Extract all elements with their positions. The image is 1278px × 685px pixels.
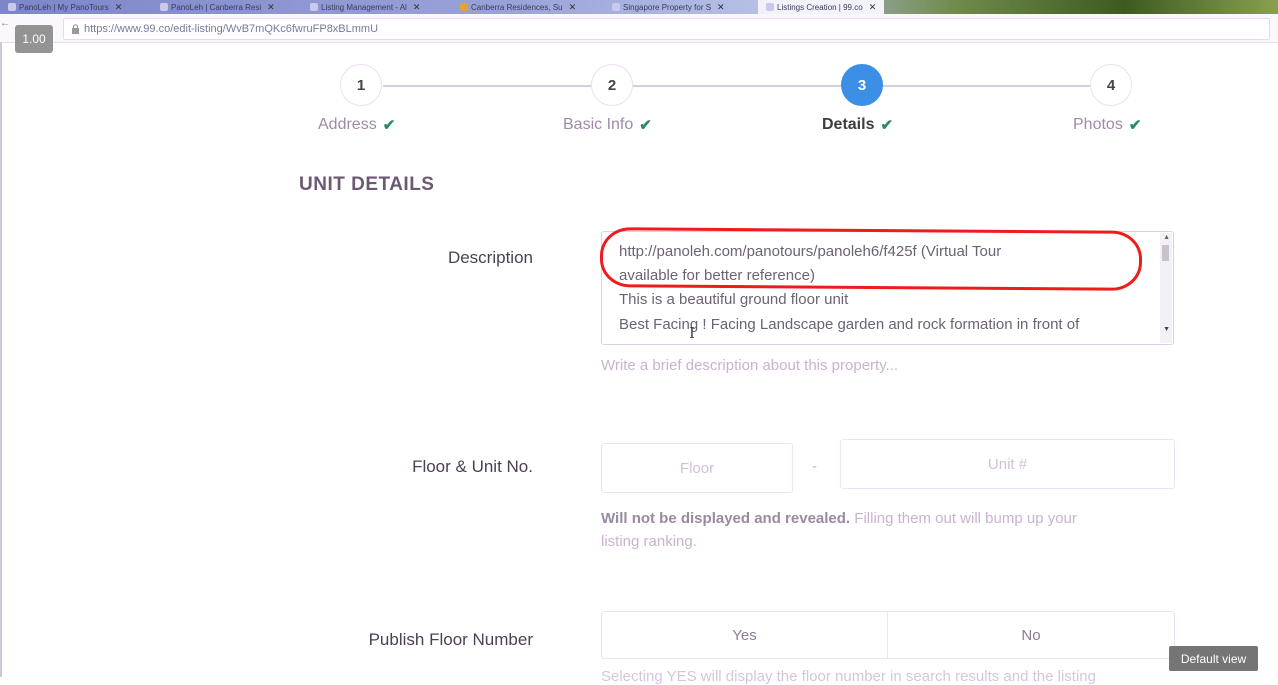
favicon-icon bbox=[612, 3, 620, 11]
close-icon[interactable]: ✕ bbox=[115, 2, 123, 13]
favicon-icon bbox=[8, 3, 16, 11]
favicon-icon bbox=[310, 3, 318, 11]
browser-tab[interactable]: Canberra Residences, Su ✕ bbox=[460, 0, 576, 14]
page-left-edge bbox=[0, 42, 2, 677]
step-connector bbox=[633, 85, 841, 87]
close-icon[interactable]: ✕ bbox=[413, 2, 421, 13]
browser-tab-active[interactable]: Listings Creation | 99.co ✕ bbox=[758, 0, 885, 14]
step-basic-info[interactable]: Basic Info ✔ bbox=[563, 116, 652, 134]
scroll-down-icon[interactable]: ▼ bbox=[1163, 326, 1170, 333]
favicon-icon bbox=[460, 3, 468, 11]
publish-yes-button[interactable]: Yes bbox=[601, 611, 888, 659]
step-2-circle[interactable]: 2 bbox=[591, 64, 633, 106]
check-icon: ✔ bbox=[1128, 117, 1142, 134]
description-textarea[interactable]: http://panoleh.com/panotours/panoleh6/f4… bbox=[601, 231, 1174, 345]
step-1-circle[interactable]: 1 bbox=[340, 64, 382, 106]
publish-no-button[interactable]: No bbox=[887, 611, 1175, 659]
close-icon[interactable]: ✕ bbox=[869, 2, 877, 13]
text-cursor-icon: I bbox=[689, 324, 695, 342]
browser-tab[interactable]: PanoLeh | Canberra Resi ✕ bbox=[160, 0, 275, 14]
lock-icon bbox=[68, 22, 82, 36]
step-photos[interactable]: Photos ✔ bbox=[1073, 116, 1141, 134]
step-address[interactable]: Address ✔ bbox=[318, 116, 395, 134]
description-line: This is a beautiful ground floor unit bbox=[619, 291, 849, 308]
description-line: http://panoleh.com/panotours/panoleh6/f4… bbox=[619, 243, 1002, 260]
scroll-up-icon[interactable]: ▲ bbox=[1163, 234, 1170, 241]
section-title: UNIT DETAILS bbox=[299, 174, 435, 195]
step-connector bbox=[383, 85, 591, 87]
check-icon: ✔ bbox=[382, 117, 396, 134]
check-icon: ✔ bbox=[880, 117, 894, 134]
browser-tab[interactable]: Singapore Property for S ✕ bbox=[612, 0, 725, 14]
publish-floor-label: Publish Floor Number bbox=[368, 630, 533, 649]
browser-tab[interactable]: PanoLeh | My PanoTours ✕ bbox=[8, 0, 122, 14]
description-line: available for better reference) bbox=[619, 267, 815, 284]
favicon-icon bbox=[766, 3, 774, 11]
close-icon[interactable]: ✕ bbox=[267, 2, 275, 13]
browser-tab-strip: PanoLeh | My PanoTours ✕ PanoLeh | Canber… bbox=[0, 0, 1278, 14]
scroll-thumb[interactable] bbox=[1162, 245, 1169, 261]
close-icon[interactable]: ✕ bbox=[717, 2, 725, 13]
floor-unit-separator: - bbox=[812, 458, 817, 475]
default-view-button[interactable]: Default view bbox=[1169, 646, 1258, 671]
close-icon[interactable]: ✕ bbox=[569, 2, 577, 13]
step-4-circle[interactable]: 4 bbox=[1090, 64, 1132, 106]
unit-input[interactable]: Unit # bbox=[840, 439, 1175, 489]
url-field[interactable]: https://www.99.co/edit-listing/WvB7mQKc6… bbox=[63, 18, 1270, 40]
floor-unit-label: Floor & Unit No. bbox=[412, 457, 533, 476]
floor-unit-helper: Will not be displayed and revealed. Fill… bbox=[601, 510, 1077, 550]
favicon-icon bbox=[160, 3, 168, 11]
step-connector bbox=[883, 85, 1091, 87]
check-icon: ✔ bbox=[639, 117, 652, 134]
floor-input[interactable]: Floor bbox=[601, 443, 793, 493]
browser-tab[interactable]: Listing Management - Al ✕ bbox=[310, 0, 420, 14]
url-text: https://www.99.co/edit-listing/WvB7mQKc6… bbox=[84, 23, 379, 35]
description-helper: Write a brief description about this pro… bbox=[601, 357, 899, 374]
textarea-scrollbar[interactable]: ▲ ▼ bbox=[1160, 233, 1172, 343]
description-label: Description bbox=[447, 248, 533, 267]
zoom-indicator: 1.00 bbox=[15, 25, 53, 53]
step-3-circle[interactable]: 3 bbox=[841, 64, 883, 106]
step-details[interactable]: Details ✔ bbox=[822, 116, 893, 134]
back-icon[interactable]: ← bbox=[0, 18, 10, 29]
